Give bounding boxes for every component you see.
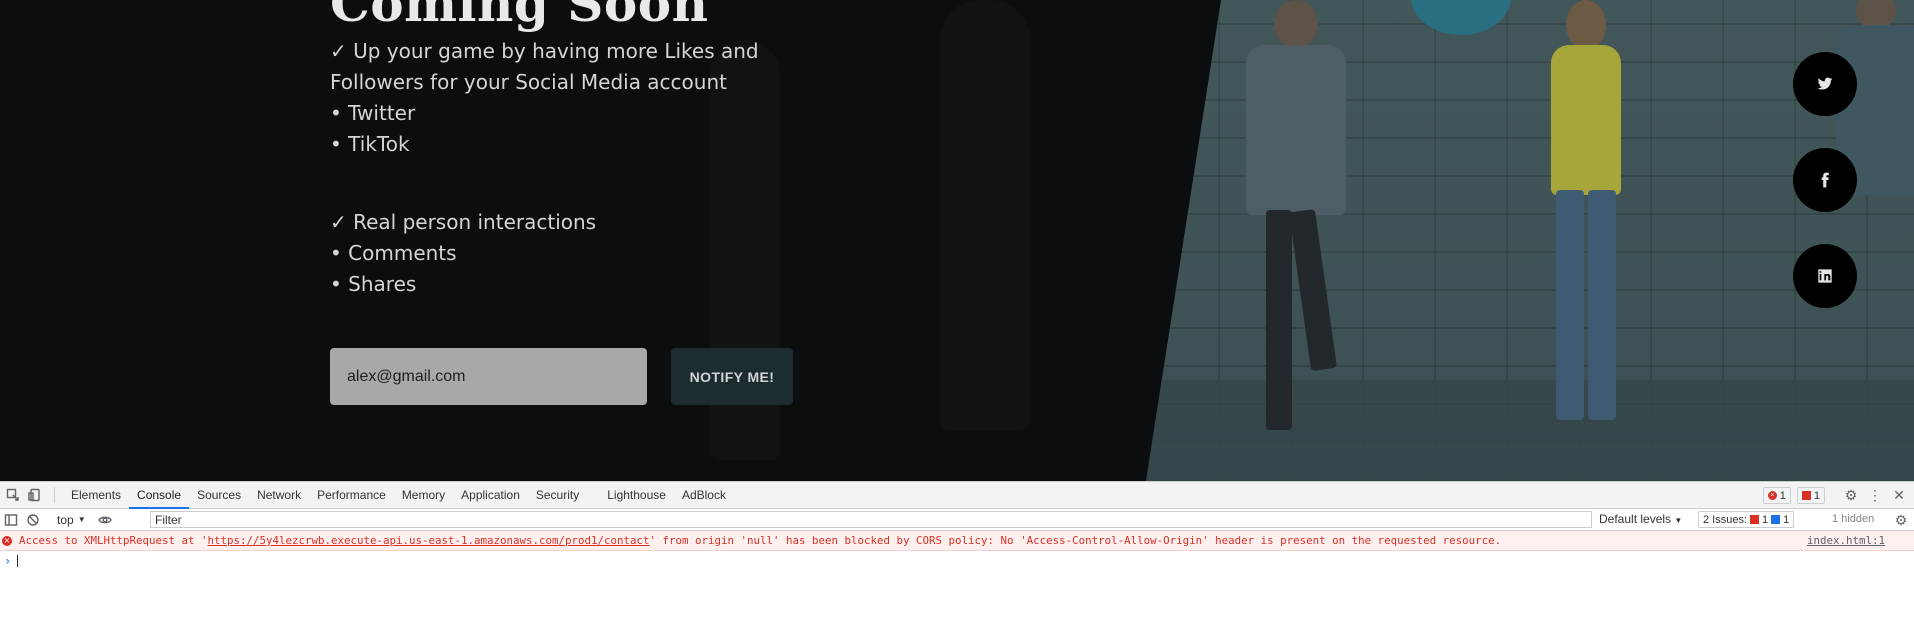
tab-console[interactable]: Console	[129, 482, 190, 509]
feature-line: • Comments	[330, 241, 457, 265]
linkedin-button[interactable]	[1793, 244, 1857, 308]
clear-console-icon[interactable]	[22, 513, 44, 527]
dropdown-arrow-icon: ▼	[1674, 516, 1683, 525]
tab-network[interactable]: Network	[249, 482, 309, 508]
twitter-button[interactable]	[1793, 52, 1857, 116]
tab-lighthouse[interactable]: Lighthouse	[599, 482, 674, 508]
feature-line: • Shares	[330, 272, 417, 296]
feature-line: • TikTok	[330, 132, 410, 156]
feature-line: ✓ Up your game by having more Likes and	[330, 39, 759, 63]
tab-application[interactable]: Application	[453, 482, 528, 508]
hidden-messages-count: 1 hidden	[1832, 513, 1875, 525]
prompt-chevron-icon: ›	[4, 554, 12, 568]
error-url-link[interactable]: https://5y4lezcrwb.execute-api.us-east-1…	[208, 534, 650, 547]
live-expression-eye-icon[interactable]	[94, 513, 116, 527]
feature-list-interactions: ✓ Real person interactions • Comments • …	[330, 207, 790, 300]
feature-line: • Twitter	[330, 101, 416, 125]
facebook-button[interactable]	[1793, 148, 1857, 212]
log-levels-dropdown[interactable]: Default levels ▼	[1599, 512, 1682, 526]
issue-error-icon	[1750, 515, 1760, 524]
person-left	[1226, 0, 1366, 440]
linkedin-icon	[1818, 269, 1832, 283]
tab-performance[interactable]: Performance	[309, 482, 394, 508]
facebook-icon	[1821, 172, 1829, 188]
tab-sources[interactable]: Sources	[189, 482, 249, 508]
page-headline: Coming Soon	[330, 0, 709, 33]
issues-button[interactable]: 2 Issues: 1 1	[1698, 511, 1795, 528]
more-options-icon[interactable]: ⋮	[1866, 487, 1884, 505]
inspect-element-icon[interactable]	[2, 482, 24, 508]
console-prompt[interactable]: ›	[0, 551, 1914, 571]
console-settings-gear-icon[interactable]: ⚙	[1892, 511, 1910, 529]
error-source-link[interactable]: index.html:1	[1807, 534, 1885, 547]
warning-count-badge[interactable]: 1	[1796, 487, 1825, 504]
devtools-right-controls: × 1 1 ⚙ ⋮ ✕	[1762, 482, 1908, 509]
error-icon: ×	[2, 535, 12, 546]
issue-flag-icon	[1801, 491, 1811, 500]
tab-security[interactable]: Security	[528, 482, 587, 508]
sidebar-toggle-icon[interactable]	[0, 513, 22, 527]
email-field[interactable]	[330, 348, 647, 405]
console-error-message: × Access to XMLHttpRequest at ' https://…	[0, 531, 1914, 551]
devtools-tab-bar: Elements Console Sources Network Perform…	[0, 482, 1914, 509]
device-toolbar-icon[interactable]	[24, 482, 46, 508]
landing-page: Coming Soon ✓ Up your game by having mor…	[0, 0, 1914, 481]
issue-info-icon	[1771, 515, 1781, 524]
console-filter-input[interactable]	[150, 511, 1592, 528]
tab-elements[interactable]: Elements	[63, 482, 129, 508]
tab-adblock[interactable]: AdBlock	[674, 482, 734, 508]
dropdown-arrow-icon: ▼	[77, 515, 86, 524]
devtools-panel: Elements Console Sources Network Perform…	[0, 481, 1914, 641]
feature-list-social: ✓ Up your game by having more Likes and …	[330, 36, 790, 160]
person-center	[1526, 0, 1646, 440]
context-selector[interactable]: top ▼	[57, 513, 86, 527]
text-caret	[17, 555, 19, 567]
feature-line: ✓ Real person interactions	[330, 210, 597, 234]
close-icon[interactable]: ✕	[1890, 487, 1908, 505]
divider	[54, 487, 55, 503]
tab-memory[interactable]: Memory	[394, 482, 453, 508]
settings-gear-icon[interactable]: ⚙	[1842, 487, 1860, 505]
twitter-icon	[1817, 77, 1833, 90]
error-count-badge[interactable]: × 1	[1762, 487, 1791, 504]
notify-button[interactable]: NOTIFY ME!	[671, 348, 793, 405]
error-icon: ×	[1767, 491, 1777, 500]
console-toolbar: top ▼ Default levels ▼ 2 Issues: 1 1 1 h…	[0, 509, 1914, 531]
feature-line: Followers for your Social Media account	[330, 70, 727, 94]
